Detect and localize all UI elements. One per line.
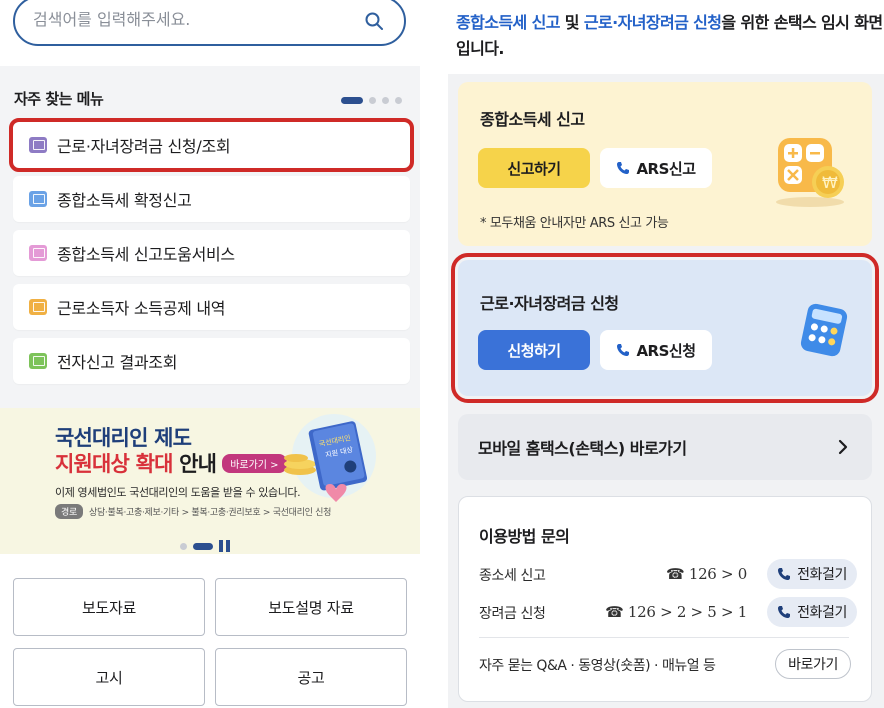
left-panel: 자주 찾는 메뉴 근로·자녀장려금 신청/조회 종합소득세 확정신고 종합소득세… (0, 0, 420, 708)
search-input[interactable] (33, 10, 353, 29)
menu-item-eitc-apply[interactable]: 근로·자녀장려금 신청/조회 (9, 118, 414, 172)
notice-highlight-1: 종합소득세 신고 (456, 13, 560, 32)
search-icon[interactable] (364, 11, 384, 31)
inquiry-row-number: ☎ 126 > 0 (665, 565, 747, 583)
notice-highlight-2: 근로·자녀장려금 신청 (583, 13, 722, 32)
phone-icon (778, 568, 791, 580)
call-button[interactable]: 전화걸기 (767, 559, 857, 589)
announcement-button[interactable]: 공고 (215, 648, 407, 706)
menu-item-label: 종합소득세 확정신고 (57, 191, 192, 210)
apply-button[interactable]: 신청하기 (478, 330, 590, 370)
pager-dot[interactable] (395, 97, 402, 104)
banner-path: 경로 상담·불복·고충·제보·기타 > 불복·고충·권리보호 > 국선대리인 신… (55, 504, 331, 519)
menu-item-label: 근로소득자 소득공제 내역 (57, 299, 226, 318)
pager-active[interactable] (341, 97, 363, 104)
inquiry-row: 종소세 신고 ☎ 126 > 0 전화걸기 (479, 559, 857, 589)
faq-text: 자주 묻는 Q&A · 동영상(숏폼) · 매뉴얼 등 (479, 658, 716, 674)
menu-item-efile-result[interactable]: 전자신고 결과조회 (13, 338, 410, 384)
quick-links: 보도자료 보도설명 자료 고시 공고 (0, 554, 420, 708)
eitc-title: 근로·자녀장려금 신청 (480, 294, 619, 313)
file-tax-button[interactable]: 신고하기 (478, 148, 590, 188)
income-tax-title: 종합소득세 신고 (480, 110, 585, 129)
path-text: 상담·불복·고충·제보·기타 > 불복·고충·권리보호 > 국선대리인 신청 (88, 508, 332, 518)
book-illustration: 국선대리인 지원 대상 (284, 414, 376, 502)
chevron-right-icon (838, 439, 848, 455)
right-panel: 종합소득세 신고 및 근로·자녀장려금 신청을 위한 손택스 임시 화면입니다.… (448, 0, 884, 708)
banner-pager-dot[interactable] (180, 542, 187, 550)
press-explain-button[interactable]: 보도설명 자료 (215, 578, 407, 636)
inquiry-row: 장려금 신청 ☎ 126 > 2 > 5 > 1 전화걸기 (479, 597, 857, 627)
menu-item-label: 전자신고 결과조회 (57, 353, 178, 372)
notice-button[interactable]: 고시 (13, 648, 205, 706)
ars-apply-button[interactable]: ARS신청 (600, 330, 712, 370)
phone-icon (617, 162, 630, 174)
banner-pager-active[interactable] (193, 542, 213, 550)
favorites-title: 자주 찾는 메뉴 (14, 90, 104, 108)
pager-dot[interactable] (369, 97, 376, 104)
monitor-icon (29, 299, 47, 315)
call-button-label: 전화걸기 (797, 605, 847, 621)
inquiry-card: 이용방법 문의 종소세 신고 ☎ 126 > 0 전화걸기 장려금 신청 ☎ 1… (458, 496, 872, 702)
svg-text:₩: ₩ (822, 173, 838, 192)
press-release-button[interactable]: 보도자료 (13, 578, 205, 636)
search-bar (0, 0, 420, 66)
ars-note: * 모두채움 안내자만 ARS 신고 가능 (480, 216, 669, 231)
ars-apply-label: ARS신청 (636, 341, 696, 360)
menu-item-label: 근로·자녀장려금 신청/조회 (57, 137, 231, 156)
pause-icon[interactable] (219, 540, 231, 552)
panel-divider (420, 0, 448, 708)
menu-item-deduction[interactable]: 근로소득자 소득공제 내역 (13, 284, 410, 330)
faq-go-button[interactable]: 바로가기 (775, 649, 851, 679)
monitor-icon (29, 191, 47, 207)
banner-pager[interactable] (180, 540, 231, 552)
calendar-icon (29, 137, 47, 153)
menu-item-income-tax-final[interactable]: 종합소득세 확정신고 (13, 176, 410, 222)
menu-item-income-tax-help[interactable]: 종합소득세 신고도움서비스 (13, 230, 410, 276)
inquiry-row-number: ☎ 126 > 2 > 5 > 1 (605, 603, 747, 621)
pager-dot[interactable] (382, 97, 389, 104)
path-tag: 경로 (55, 504, 83, 519)
temporary-screen-notice: 종합소득세 신고 및 근로·자녀장려금 신청을 위한 손택스 임시 화면입니다. (448, 0, 884, 74)
calculator-icon (800, 303, 848, 357)
monitor-icon (29, 353, 47, 369)
call-button-label: 전화걸기 (797, 567, 847, 583)
income-tax-card: 종합소득세 신고 신고하기 ARS신고 * 모두채움 안내자만 ARS 신고 가… (458, 82, 872, 246)
ars-file-label: ARS신고 (636, 159, 696, 178)
monitor-icon (29, 245, 47, 261)
favorites-pager[interactable] (341, 97, 402, 104)
banner-subtitle-rest: 안내 (172, 452, 217, 476)
mobile-hometax-link[interactable]: 모바일 홈택스(손택스) 바로가기 (458, 414, 872, 480)
phone-icon (617, 344, 630, 356)
notice-text-1: 및 (559, 13, 584, 32)
call-button[interactable]: 전화걸기 (767, 597, 857, 627)
menu-item-label: 종합소득세 신고도움서비스 (57, 245, 235, 264)
banner-description: 이제 영세법인도 국선대리인의 도움을 받을 수 있습니다. (55, 486, 301, 499)
divider (479, 637, 849, 638)
mobile-hometax-label: 모바일 홈택스(손택스) 바로가기 (478, 439, 687, 458)
eitc-card: 근로·자녀장려금 신청 신청하기 ARS신청 (451, 253, 879, 403)
calculator-coins-icon: ₩ (776, 138, 844, 207)
favorites-menu: 근로·자녀장려금 신청/조회 종합소득세 확정신고 종합소득세 신고도움서비스 … (9, 118, 414, 392)
phone-icon (778, 606, 791, 618)
search-box[interactable] (13, 0, 406, 46)
banner-subtitle: 지원대상 확대 안내 바로가기 > (55, 448, 287, 478)
banner-highlight: 지원대상 확대 (55, 452, 173, 476)
inquiry-row-label: 장려금 신청 (479, 606, 546, 622)
inquiry-title: 이용방법 문의 (479, 527, 570, 546)
inquiry-row-label: 종소세 신고 (479, 568, 546, 584)
promo-banner[interactable]: 국선대리인 제도 지원대상 확대 안내 바로가기 > 이제 영세법인도 국선대리인… (0, 408, 420, 554)
ars-file-button[interactable]: ARS신고 (600, 148, 712, 188)
